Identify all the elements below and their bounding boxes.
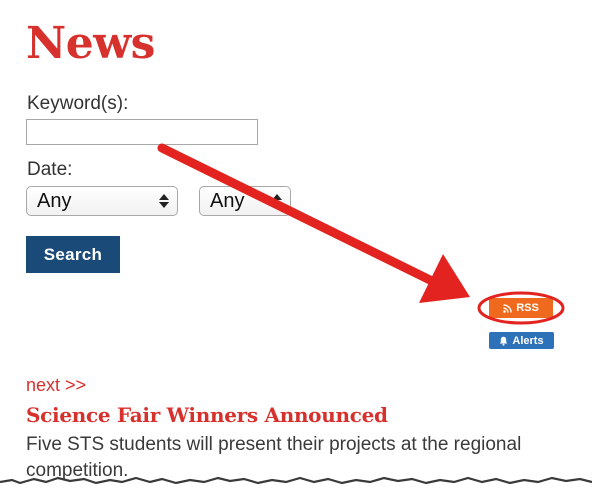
bell-icon: [499, 336, 508, 346]
arrow-annotation: [157, 143, 470, 303]
date-label: Date:: [27, 159, 73, 180]
rss-icon: [503, 303, 512, 313]
rss-button[interactable]: RSS: [489, 298, 553, 318]
next-page-link[interactable]: next >>: [26, 375, 86, 396]
article-title[interactable]: Science Fair Winners Announced: [26, 402, 388, 428]
rss-label: RSS: [516, 302, 539, 314]
alerts-button[interactable]: Alerts: [489, 332, 554, 349]
updown-arrows-icon: [272, 194, 282, 208]
date-from-selected-value: Any: [37, 189, 72, 212]
keyword-label: Keyword(s):: [27, 93, 129, 114]
page-title: News: [26, 18, 155, 69]
date-to-selected-value: Any: [210, 189, 245, 212]
date-from-select[interactable]: Any: [26, 186, 178, 216]
torn-page-edge: [0, 476, 592, 489]
news-page: News Keyword(s): Date: Any Any Search RS…: [0, 0, 592, 489]
updown-arrows-icon: [159, 194, 169, 208]
date-to-select[interactable]: Any: [199, 186, 291, 216]
alerts-label: Alerts: [512, 334, 544, 347]
keyword-input[interactable]: [26, 119, 258, 145]
search-button[interactable]: Search: [26, 236, 120, 273]
